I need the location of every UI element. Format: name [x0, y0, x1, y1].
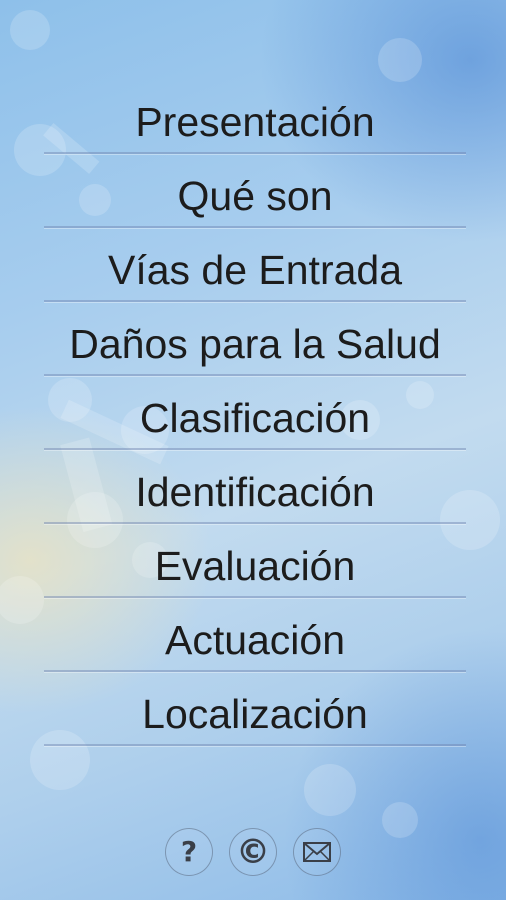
help-button[interactable]: ? — [165, 828, 213, 876]
copyright-icon: © — [236, 832, 270, 872]
menu-item-actuacion[interactable]: Actuación — [44, 598, 466, 672]
menu-item-label: Localización — [142, 691, 368, 737]
copyright-button[interactable]: © — [229, 828, 277, 876]
main-menu: Presentación Qué son Vías de Entrada Dañ… — [44, 80, 466, 746]
menu-item-clasificacion[interactable]: Clasificación — [44, 376, 466, 450]
mail-icon — [303, 842, 331, 862]
menu-item-que-son[interactable]: Qué son — [44, 154, 466, 228]
menu-item-label: Identificación — [135, 469, 375, 515]
menu-item-evaluacion[interactable]: Evaluación — [44, 524, 466, 598]
footer-toolbar: ? © — [0, 828, 506, 878]
help-icon: ? — [180, 835, 198, 868]
menu-item-label: Clasificación — [139, 395, 371, 441]
menu-item-label: Qué son — [177, 173, 333, 219]
contact-button[interactable] — [293, 828, 341, 876]
menu-item-label: Actuación — [164, 617, 346, 663]
menu-item-presentacion[interactable]: Presentación — [44, 80, 466, 154]
menu-item-vias-de-entrada[interactable]: Vías de Entrada — [44, 228, 466, 302]
menu-item-label: Daños para la Salud — [69, 321, 441, 367]
menu-item-localizacion[interactable]: Localización — [44, 672, 466, 746]
menu-item-label: Presentación — [135, 99, 375, 145]
menu-item-danos-para-la-salud[interactable]: Daños para la Salud — [44, 302, 466, 376]
menu-item-identificacion[interactable]: Identificación — [44, 450, 466, 524]
menu-item-label: Evaluación — [154, 543, 356, 589]
menu-item-label: Vías de Entrada — [107, 247, 403, 293]
